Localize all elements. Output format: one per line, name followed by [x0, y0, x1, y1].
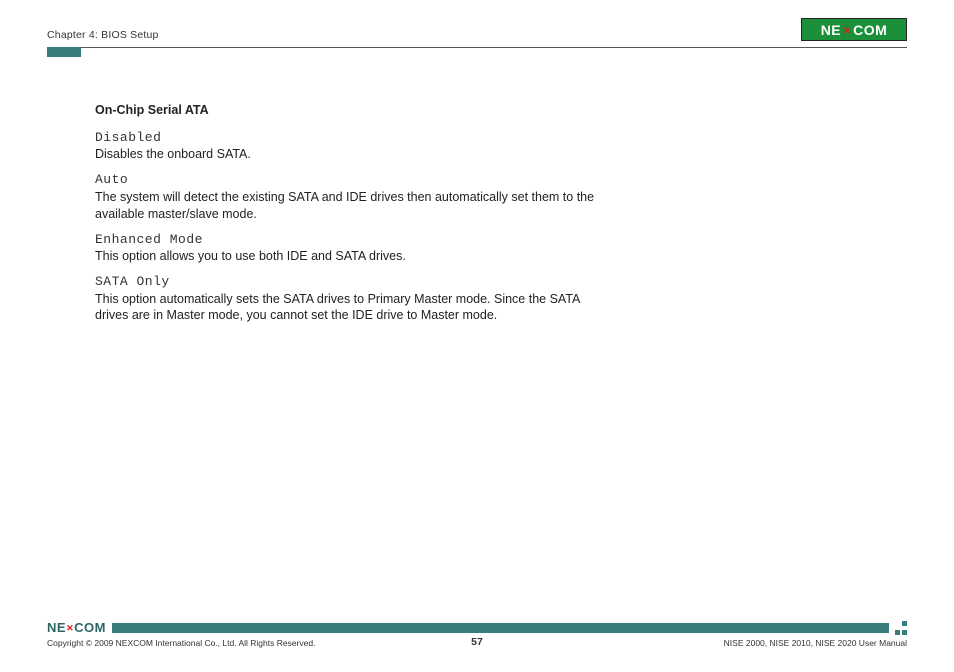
section-title: On-Chip Serial ATA: [95, 102, 615, 119]
option-block: Enhanced Mode This option allows you to …: [95, 231, 615, 265]
option-name: Enhanced Mode: [95, 231, 615, 249]
main-content: On-Chip Serial ATA Disabled Disables the…: [95, 102, 615, 324]
chapter-label: Chapter 4: BIOS Setup: [47, 29, 159, 41]
brand-logo-bottom: NE COM: [47, 620, 106, 635]
option-name: Disabled: [95, 129, 615, 147]
option-block: SATA Only This option automatically sets…: [95, 273, 615, 324]
option-name: Auto: [95, 171, 615, 189]
brand-left: NE: [47, 620, 66, 635]
doc-reference: NISE 2000, NISE 2010, NISE 2020 User Man…: [724, 638, 907, 648]
header-rule: [47, 47, 907, 48]
page-number: 57: [471, 636, 483, 648]
brand-x-icon: [841, 22, 853, 38]
option-desc: This option automatically sets the SATA …: [95, 291, 615, 325]
option-desc: This option allows you to use both IDE a…: [95, 248, 615, 265]
option-name: SATA Only: [95, 273, 615, 291]
option-block: Disabled Disables the onboard SATA.: [95, 129, 615, 163]
brand-right: COM: [853, 22, 887, 38]
brand-right: COM: [74, 620, 106, 635]
option-desc: Disables the onboard SATA.: [95, 146, 615, 163]
brand-logo-top: NE COM: [801, 18, 907, 41]
option-block: Auto The system will detect the existing…: [95, 171, 615, 222]
copyright: Copyright © 2009 NEXCOM International Co…: [47, 638, 315, 648]
brand-left: NE: [821, 22, 841, 38]
footer-bar: [112, 623, 889, 633]
header-accent-tab: [47, 47, 81, 57]
footer-squares-icon: [893, 621, 907, 635]
brand-x-icon: [66, 620, 74, 635]
option-desc: The system will detect the existing SATA…: [95, 189, 615, 223]
